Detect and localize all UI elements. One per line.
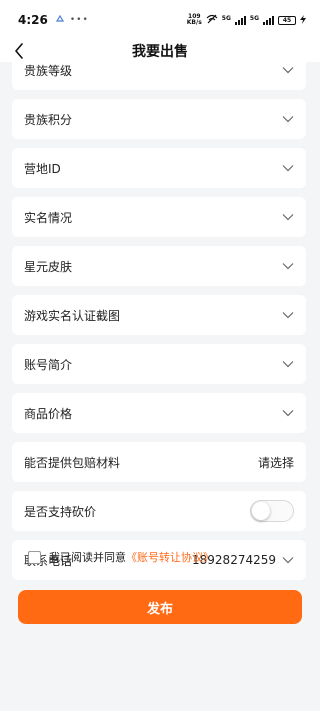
field-star-skins[interactable]: 星元皮肤 [12, 246, 306, 286]
chevron-down-icon [282, 165, 294, 172]
chevron-down-icon [282, 557, 294, 564]
signal-icon [234, 15, 246, 25]
charging-icon [300, 14, 306, 27]
battery-icon: 45 [278, 15, 296, 25]
field-label: 贵族等级 [24, 63, 73, 78]
field-camp-id[interactable]: 营地ID [12, 148, 306, 188]
field-label: 游戏实名认证截图 [24, 308, 121, 323]
status-time: 4:26 [18, 13, 48, 27]
field-label: 账号简介 [24, 357, 73, 372]
compensation-select-value[interactable]: 请选择 [258, 454, 294, 471]
field-label: 商品价格 [24, 406, 73, 421]
chevron-down-icon [282, 116, 294, 123]
page-title: 我要出售 [132, 44, 188, 60]
chevron-down-icon [282, 410, 294, 417]
back-arrow-icon[interactable] [10, 42, 28, 60]
more-dots-icon: ••• [69, 15, 89, 25]
net-speed: 109 KB/s [186, 13, 202, 26]
chevron-down-icon [282, 263, 294, 270]
field-label: 营地ID [24, 161, 61, 176]
nav-bar: 我要出售 [0, 40, 320, 62]
signal-icon-2 [263, 15, 274, 25]
bargain-toggle[interactable] [250, 500, 294, 522]
field-label: 星元皮肤 [24, 259, 73, 274]
field-account-intro[interactable]: 账号简介 [12, 344, 306, 384]
field-label: 能否提供包赔材料 [24, 455, 121, 470]
chevron-down-icon [282, 214, 294, 221]
field-bargain: 是否支持砍价 [12, 491, 306, 531]
field-noble-points[interactable]: 贵族积分 [12, 99, 306, 139]
toggle-knob [252, 502, 270, 520]
agreement-text: 我已阅读并同意 [49, 551, 126, 564]
agreement-checkbox[interactable] [28, 550, 41, 564]
chevron-down-icon [282, 312, 294, 319]
agreement-link[interactable]: 《账号转让协议》 [126, 551, 214, 564]
chevron-down-icon [282, 361, 294, 368]
field-label: 贵族积分 [24, 112, 73, 127]
field-noble-level[interactable]: 贵族等级 [12, 62, 306, 90]
field-label: 实名情况 [24, 210, 73, 225]
field-verification-screenshot[interactable]: 游戏实名认证截图 [12, 295, 306, 335]
field-real-name-status[interactable]: 实名情况 [12, 197, 306, 237]
field-compensation-material[interactable]: 能否提供包赔材料 请选择 [12, 442, 306, 482]
network-type-label-2: 5G [249, 14, 259, 22]
publish-button[interactable]: 发布 [18, 590, 302, 624]
status-bar: 4:26 ••• 109 KB/s 5G 5G 45 [0, 0, 320, 40]
network-type-label: 5G [221, 14, 231, 22]
field-price[interactable]: 商品价格 [12, 393, 306, 433]
wifi-off-icon [206, 14, 218, 27]
agreement-row: 我已阅读并同意《账号转让协议》 [28, 549, 214, 565]
chevron-down-icon [282, 67, 294, 74]
field-label: 是否支持砍价 [24, 504, 97, 519]
notification-icon [55, 14, 64, 26]
